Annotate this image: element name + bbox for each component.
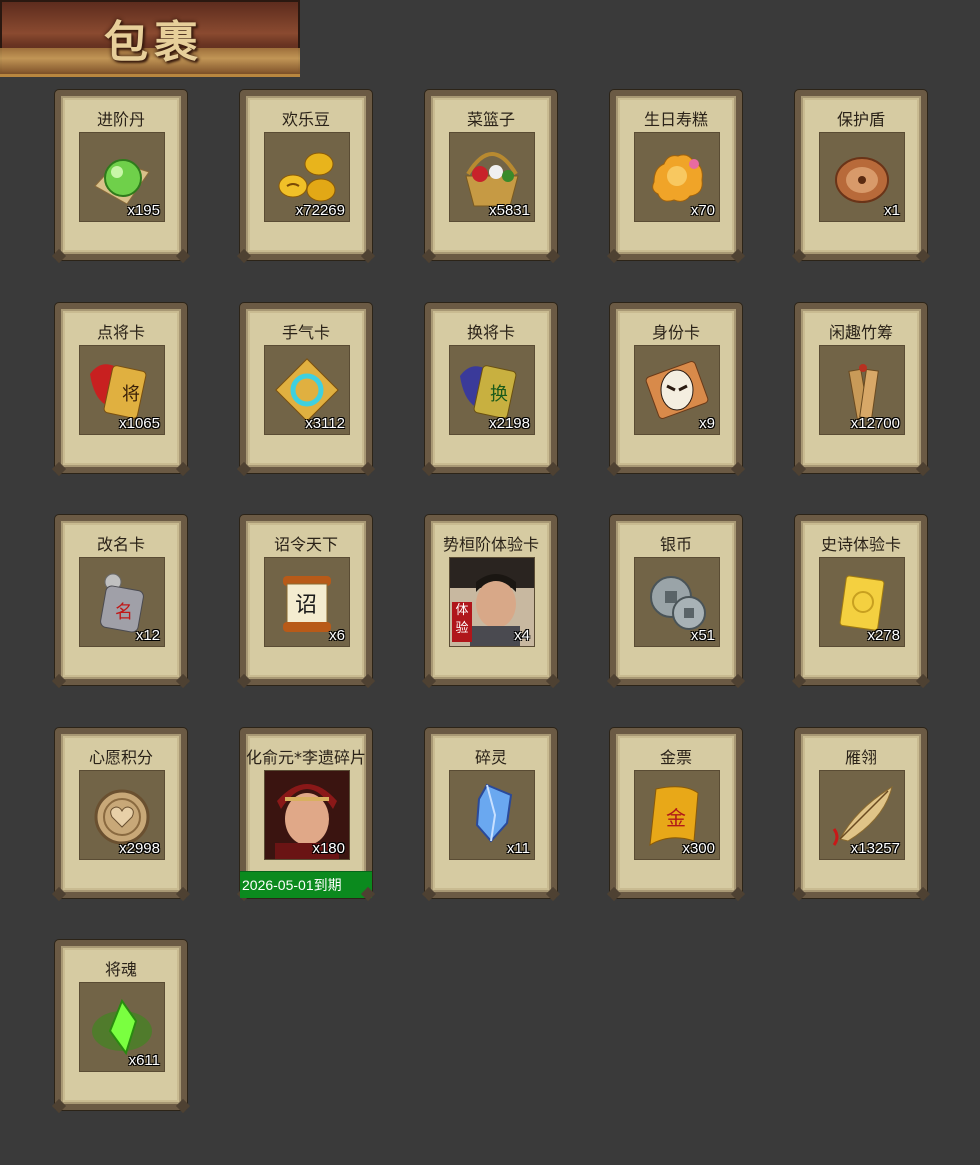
item-name: 手气卡 [281,323,330,342]
item-icon-frame: x51 [634,557,720,647]
item-icon-frame: 诏 x6 [264,557,350,647]
item-icon-frame: x278 [819,557,905,647]
backpack-page: 包裹 进阶丹 x195 欢乐豆 x72269 菜篮子 x5831 生日寿糕 x70 保护盾 x1 点… [0,0,980,1165]
svg-text:金: 金 [666,806,686,830]
item-card[interactable]: 心愿积分 x2998 [55,728,187,898]
item-icon-frame: 将 x1065 [79,345,165,435]
item-quantity: x1 [884,202,900,219]
item-icon-frame: x1 [819,132,905,222]
item-quantity: x2998 [119,840,160,857]
item-quantity: x13257 [850,840,900,857]
backpack-header: 包裹 [0,0,300,77]
item-name: 心愿积分 [88,748,153,767]
item-name: 换将卡 [466,323,515,342]
item-icon-frame: x195 [79,132,165,222]
item-card[interactable]: 史诗体验卡 x278 [795,515,927,685]
item-name: 进阶丹 [96,110,145,129]
item-name: 闲趣竹筹 [828,323,893,342]
item-quantity: x70 [690,202,715,219]
page-title: 包裹 [104,17,204,68]
item-quantity: x3112 [305,415,345,432]
expiry-bar: 2026-05-01到期 [240,871,372,898]
item-icon-frame: x5831 [449,132,535,222]
svg-text:将: 将 [122,384,140,405]
item-name: 银币 [659,535,692,554]
item-icon-frame: x12700 [819,345,905,435]
item-quantity: x72269 [295,202,345,219]
item-card[interactable]: 银币 x51 [610,515,742,685]
item-card[interactable]: 化俞元*李遗碎片 x180 2026-05-01到期 [240,728,372,898]
item-card[interactable]: 点将卡将 x1065 [55,303,187,473]
item-quantity: x5831 [489,202,530,219]
item-icon-frame: 体验 x4 [449,557,535,647]
item-card[interactable]: 保护盾 x1 [795,90,927,260]
item-icon-frame: 换 x2198 [449,345,535,435]
item-quantity: x1065 [119,415,160,432]
item-name: 改名卡 [96,535,145,554]
item-quantity: x2198 [489,415,530,432]
item-name: 生日寿糕 [643,110,708,129]
item-quantity: x51 [690,627,715,644]
item-icon-frame: x611 [79,982,165,1072]
item-name: 点将卡 [96,323,145,342]
item-icon-frame: 名 x12 [79,557,165,647]
trial-tag: 体验 [452,602,472,642]
item-name: 菜篮子 [466,110,515,129]
item-icon-frame: x72269 [264,132,350,222]
item-quantity: x9 [699,415,715,432]
item-card[interactable]: 碎灵 x11 [425,728,557,898]
item-quantity: x611 [128,1052,160,1069]
svg-text:诏: 诏 [295,593,317,618]
svg-text:换: 换 [490,384,508,405]
item-card[interactable]: 生日寿糕 x70 [610,90,742,260]
item-icon-frame: x13257 [819,770,905,860]
item-card[interactable]: 换将卡换 x2198 [425,303,557,473]
item-icon-frame: x11 [449,770,535,860]
item-icon-frame: x2998 [79,770,165,860]
item-quantity: x11 [506,840,530,857]
item-icon-frame: x180 [264,770,350,860]
item-icon-frame: x70 [634,132,720,222]
item-quantity: x12 [135,627,160,644]
item-name: 雁翎 [844,748,877,767]
item-quantity: x195 [127,202,160,219]
item-card[interactable]: 雁翎 x13257 [795,728,927,898]
item-card[interactable]: 闲趣竹筹 x12700 [795,303,927,473]
item-card[interactable]: 改名卡名 x12 [55,515,187,685]
item-name: 金票 [659,748,692,767]
item-card[interactable]: 势桓阶体验卡体验 x4 [425,515,557,685]
item-quantity: x300 [682,840,715,857]
item-name: 碎灵 [474,748,507,767]
item-quantity: x180 [312,840,345,857]
item-card[interactable]: 身份卡 x9 [610,303,742,473]
item-icon-frame: x9 [634,345,720,435]
item-card[interactable]: 菜篮子 x5831 [425,90,557,260]
item-icon-frame: x3112 [264,345,350,435]
svg-text:名: 名 [115,602,133,623]
item-name: 化俞元*李遗碎片 [246,748,366,767]
item-card[interactable]: 进阶丹 x195 [55,90,187,260]
item-name: 诏令天下 [273,535,338,554]
item-name: 将魂 [104,960,137,979]
item-quantity: x6 [329,627,345,644]
item-card[interactable]: 金票金 x300 [610,728,742,898]
item-quantity: x12700 [850,415,900,432]
item-quantity: x4 [514,627,530,644]
item-card[interactable]: 诏令天下诏 x6 [240,515,372,685]
item-card[interactable]: 手气卡 x3112 [240,303,372,473]
item-name: 保护盾 [836,110,885,129]
item-name: 欢乐豆 [281,110,330,129]
item-card[interactable]: 欢乐豆 x72269 [240,90,372,260]
item-quantity: x278 [867,627,900,644]
item-name: 势桓阶体验卡 [442,535,539,554]
item-card[interactable]: 将魂 x611 [55,940,187,1110]
item-name: 身份卡 [651,323,700,342]
item-name: 史诗体验卡 [820,535,901,554]
item-icon-frame: 金 x300 [634,770,720,860]
